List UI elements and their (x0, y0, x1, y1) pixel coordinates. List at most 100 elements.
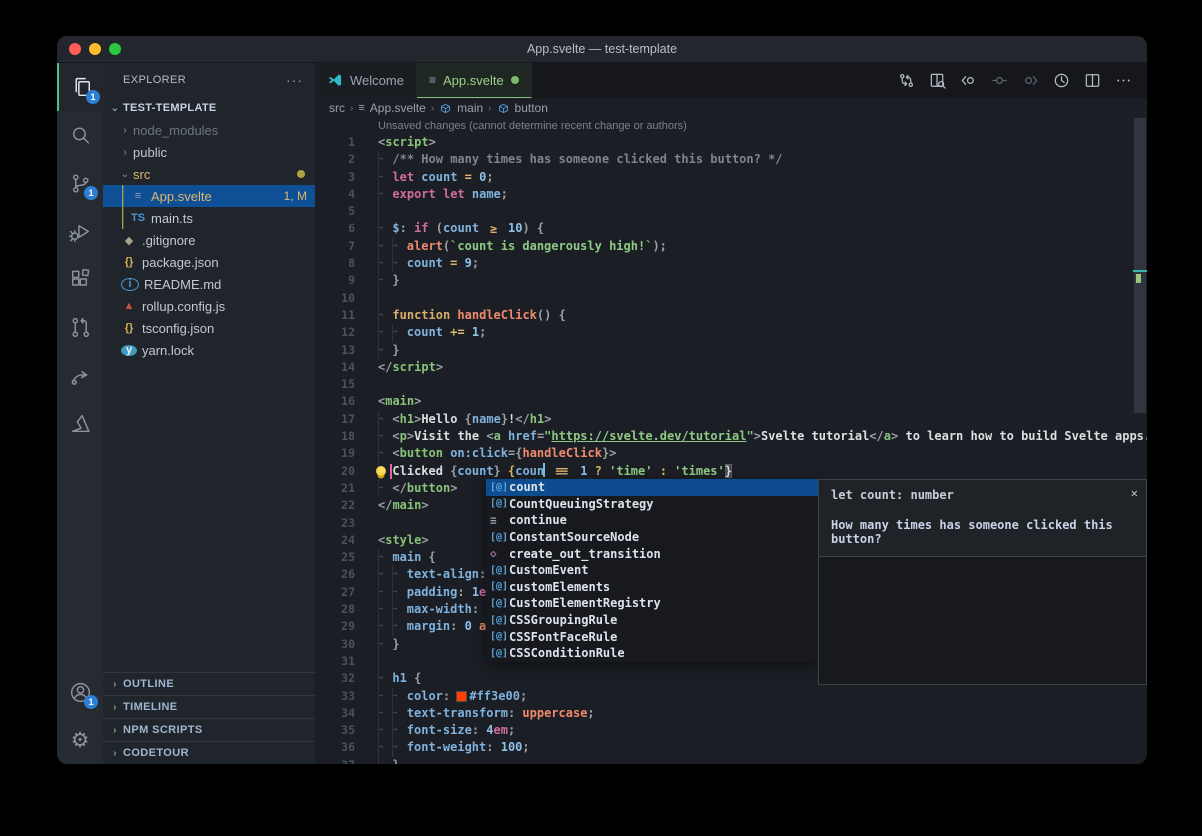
tree-item-tsconfig-json[interactable]: {}tsconfig.json (103, 317, 315, 339)
suggest-item-cssfontfacerule[interactable]: [@]CSSFontFaceRule (486, 628, 818, 645)
activity-pull-requests-icon[interactable] (57, 303, 103, 351)
tab-whitespace: → (378, 445, 392, 462)
previous-change-icon[interactable] (956, 69, 980, 93)
suggest-item-create_out_transition[interactable]: ◇create_out_transition (486, 545, 818, 562)
tab-app-svelte[interactable]: ≡App.svelte (417, 63, 532, 98)
activity-extensions-icon[interactable] (57, 255, 103, 303)
code-line[interactable]: 1<script> (315, 134, 1147, 151)
more-actions-icon[interactable] (1111, 69, 1135, 93)
code-line[interactable]: 34→→text-transform: uppercase; (315, 705, 1147, 722)
code-line[interactable]: 19→<button on:click={handleClick}> (315, 445, 1147, 462)
color-swatch[interactable] (457, 692, 466, 701)
activity-run-debug-icon[interactable] (57, 207, 103, 255)
split-editor-icon[interactable] (1080, 69, 1104, 93)
tree-item-readme-md[interactable]: iREADME.md (103, 273, 315, 295)
code-line[interactable]: 16<main> (315, 393, 1147, 410)
code-line[interactable]: 13→} (315, 342, 1147, 359)
suggest-item-cssconditionrule[interactable]: [@]CSSConditionRule (486, 645, 818, 662)
code-line[interactable]: 14</script> (315, 359, 1147, 376)
tree-item-package-json[interactable]: {}package.json (103, 251, 315, 273)
indent-guide (392, 238, 393, 255)
breadcrumb-item-main[interactable]: main (457, 101, 483, 115)
indent-guide (378, 324, 379, 341)
code-line[interactable]: 33→→color: #ff3e00; (315, 688, 1147, 705)
activity-live-share-icon[interactable] (57, 351, 103, 399)
tree-item-src[interactable]: ⌄src (103, 163, 315, 185)
code-line[interactable]: 6→$: if (count ≥ 10) { (315, 220, 1147, 237)
suggest-label: create_out_transition (509, 547, 661, 561)
code-editor[interactable]: Unsaved changes (cannot determine recent… (315, 118, 1147, 764)
breadcrumb[interactable]: src›≡App.svelte›main›button (315, 98, 1147, 118)
code-line[interactable]: 12→→count += 1; (315, 324, 1147, 341)
svelte-file-icon: ≡ (429, 73, 436, 87)
symbol-variable-icon: [@] (490, 631, 509, 642)
breadcrumb-item-app-svelte[interactable]: App.svelte (370, 101, 426, 115)
tree-item--gitignore[interactable]: ◆.gitignore (103, 229, 315, 251)
code-line[interactable]: 3→let count = 0; (315, 169, 1147, 186)
suggest-item-continue[interactable]: ≡continue (486, 512, 818, 529)
tree-item-node-modules[interactable]: ›node_modules (103, 119, 315, 141)
close-icon[interactable]: ✕ (1131, 486, 1138, 500)
next-change-icon[interactable] (1018, 69, 1042, 93)
suggest-label: CountQueuingStrategy (509, 497, 654, 511)
tree-item-main-ts[interactable]: TSmain.ts (103, 207, 315, 229)
section-timeline[interactable]: ›TIMELINE (103, 695, 315, 718)
open-preview-icon[interactable] (925, 69, 949, 93)
line-content: →Clicked {count} {coun ≡ 1 ? 'time' : 't… (378, 463, 1147, 480)
breadcrumb-item-button[interactable]: button (515, 101, 548, 115)
explorer-sidebar: EXPLORER ··· ⌄TEST-TEMPLATE›node_modules… (103, 63, 315, 764)
activity-source-control-icon[interactable]: 1 (57, 159, 103, 207)
activity-explorer-icon[interactable]: 1 (57, 63, 105, 111)
compare-changes-icon[interactable] (894, 69, 918, 93)
tree-item-rollup-config-js[interactable]: ▲rollup.config.js (103, 295, 315, 317)
suggest-item-cssgroupingrule[interactable]: [@]CSSGroupingRule (486, 612, 818, 629)
activity-search-icon[interactable] (57, 111, 103, 159)
code-line[interactable]: 35→→font-size: 4em; (315, 722, 1147, 739)
code-line[interactable]: 36→→font-weight: 100; (315, 739, 1147, 756)
code-line[interactable]: 8→→count = 9; (315, 255, 1147, 272)
activity-azure-icon[interactable] (57, 399, 103, 447)
tree-item-app-svelte[interactable]: ≡App.svelte1, M (103, 185, 315, 207)
file-history-icon[interactable] (1049, 69, 1073, 93)
code-line[interactable]: 11→function handleClick() { (315, 307, 1147, 324)
suggest-item-count[interactable]: [@]count (486, 479, 818, 496)
code-line[interactable]: 5 (315, 203, 1147, 220)
section-outline[interactable]: ›OUTLINE (103, 672, 315, 695)
indent-guide (378, 238, 379, 255)
code-line[interactable]: 18→<p>Visit the <a href="https://svelte.… (315, 428, 1147, 445)
code-line[interactable]: 7→→alert(`count is dangerously high!`); (315, 238, 1147, 255)
code-line[interactable]: 15 (315, 376, 1147, 393)
code-line[interactable]: 9→} (315, 272, 1147, 289)
code-line[interactable]: 10 (315, 290, 1147, 307)
line-number: 8 (315, 255, 355, 272)
indent-guide (392, 601, 393, 618)
tab-whitespace: → (378, 238, 392, 255)
tree-root-test-template[interactable]: ⌄TEST-TEMPLATE (103, 97, 315, 119)
code-line[interactable]: 4→export let name; (315, 186, 1147, 203)
code-line[interactable]: 37→} (315, 757, 1147, 764)
suggest-item-countqueuingstrategy[interactable]: [@]CountQueuingStrategy (486, 496, 818, 513)
activity-accounts-icon[interactable]: 1 (57, 668, 103, 716)
title-bar[interactable]: App.svelte — test-template (57, 36, 1147, 63)
scrollbar-slider[interactable] (1134, 118, 1146, 413)
suggest-item-constantsourcenode[interactable]: [@]ConstantSourceNode (486, 529, 818, 546)
code-line[interactable]: 20→Clicked {count} {coun ≡ 1 ? 'time' : … (315, 463, 1147, 480)
tree-item-public[interactable]: ›public (103, 141, 315, 163)
suggest-item-customelementregistry[interactable]: [@]CustomElementRegistry (486, 595, 818, 612)
section-codetour[interactable]: ›CODETOUR (103, 741, 315, 764)
explorer-more-actions-icon[interactable]: ··· (286, 72, 303, 88)
tab-welcome[interactable]: Welcome (315, 63, 417, 98)
breadcrumb-item-src[interactable]: src (329, 101, 345, 115)
current-change-icon[interactable] (987, 69, 1011, 93)
tab-whitespace: → (392, 688, 406, 705)
tab-whitespace: → (392, 566, 406, 583)
code-line[interactable]: 2→/** How many times has someone clicked… (315, 151, 1147, 168)
activity-badge: 1 (84, 695, 98, 709)
tree-item-yarn-lock[interactable]: yyarn.lock (103, 339, 315, 361)
line-number: 21 (315, 480, 355, 497)
activity-settings-icon[interactable]: ⚙ (57, 716, 103, 764)
suggest-item-customelements[interactable]: [@]customElements (486, 579, 818, 596)
suggest-item-customevent[interactable]: [@]CustomEvent (486, 562, 818, 579)
section-npm-scripts[interactable]: ›NPM SCRIPTS (103, 718, 315, 741)
code-line[interactable]: 17→<h1>Hello {name}!</h1> (315, 411, 1147, 428)
